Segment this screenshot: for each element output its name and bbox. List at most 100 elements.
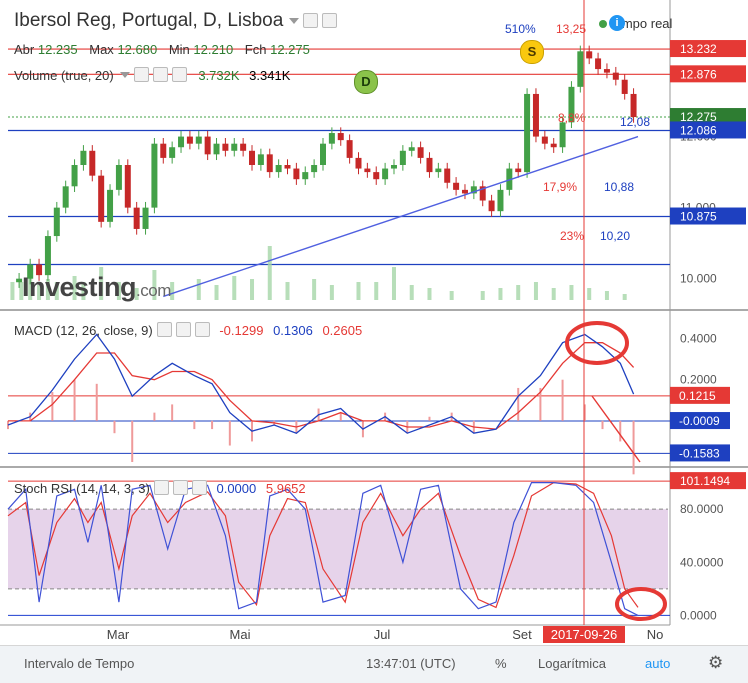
volume-bar [267,246,272,300]
volume-bar [250,279,255,300]
logo-text: Investing [22,272,137,302]
candle-body [346,140,353,158]
candle-body [417,147,424,158]
candle-body [44,236,51,276]
ohlc-label-high: Max [89,42,114,57]
candle-body [213,143,220,155]
close-icon[interactable] [194,322,210,337]
candle-body [107,189,114,222]
candle-body [240,143,247,151]
info-marker[interactable]: i [609,15,625,31]
time-tick-label: No [647,627,664,642]
stoch-k-value: 0.0000 [216,481,257,496]
fib-top-val: 13,25 [556,22,586,36]
candle-body [249,150,256,165]
volume-ma-value: 3.341K [249,68,291,83]
close-icon[interactable] [191,480,207,495]
ohlc-label-close: Fch [244,42,267,57]
eye-icon[interactable] [303,13,319,28]
eye-icon[interactable] [156,322,172,337]
price-axis-badge-label: 10.875 [680,210,717,224]
dividend-marker[interactable]: D [354,70,378,94]
candle-body [524,93,531,173]
candle-body [577,51,584,87]
interval-button[interactable]: Intervalo de Tempo [24,656,134,671]
investing-logo: Investing.com [22,272,171,303]
volume-bar [10,282,15,300]
chevron-down-icon[interactable] [119,72,130,78]
chart-stage[interactable]: 510% 13,25 8,8% 12,08 17,9% 10,88 23% 10,20 10.0… [0,0,748,683]
time-tick-label: Mar [107,627,130,642]
volume-legend[interactable]: Volume (true, 20) 3.732K 3.341K [14,67,290,83]
candle-body [435,168,442,173]
macd-axis-badge-label: 0.1215 [679,389,716,403]
time-tick-label: Set [512,627,532,642]
candle-body [178,136,185,148]
volume-bar [214,285,219,300]
time-tick-label: Jul [374,627,391,642]
log-toggle[interactable]: Logarítmica [538,656,606,671]
split-marker[interactable]: S [520,40,544,64]
fib-val-label: 10,20 [600,229,630,243]
gear-icon[interactable]: ⚙ [708,653,723,673]
eye-icon[interactable] [153,480,169,495]
realtime-dot-icon [599,20,607,28]
candle-body [541,136,548,144]
macd-hist-value: -0.1299 [219,323,264,338]
candle-body [98,175,105,222]
chevron-down-icon[interactable] [289,18,300,24]
volume-bar [409,285,414,300]
candle-body [399,150,406,165]
volume-bar [551,288,556,300]
volume-bar [622,294,627,300]
volume-bar [312,279,317,300]
auto-toggle[interactable]: auto [645,656,670,671]
gear-icon[interactable] [322,13,338,28]
candle-body [71,165,78,187]
eye-icon[interactable] [133,67,149,82]
candle-body [453,182,460,190]
percent-toggle[interactable]: % [495,656,507,671]
volume-bar [569,285,574,300]
candle-body [231,143,238,151]
gear-icon[interactable] [175,322,191,337]
stoch-legend[interactable]: Stoch RSI (14, 14, 3, 3) 0.0000 5.9652 [14,480,306,496]
gear-icon[interactable] [152,67,168,82]
candle-body [373,172,380,180]
cursor-date-label: 2017-09-26 [551,627,618,642]
candle-body [89,150,96,176]
candle-body [275,165,282,173]
fib-pct-label: 8,8% [558,111,586,125]
volume-bar [196,279,201,300]
macd-tick-label: 0.4000 [680,332,717,346]
candle-body [115,165,122,190]
volume-bar [356,282,361,300]
volume-bar [516,285,521,300]
candle-body [532,93,539,137]
candle-body [621,79,628,94]
stoch-label: Stoch RSI (14, 14, 3, 3) [14,481,150,496]
close-icon[interactable] [171,67,187,82]
candle-body [488,200,495,212]
candle-body [382,168,389,180]
candle-body [364,168,371,173]
macd-tick-label: 0.2000 [680,373,717,387]
volume-bar [587,288,592,300]
stoch-tick-label: 80.0000 [680,502,724,516]
candle-body [133,207,140,229]
candle-body [559,122,566,148]
candle-body [595,58,602,70]
fib-pct-label: 17,9% [543,180,577,194]
volume-bar [604,291,609,300]
fib-pct-label: 23% [560,229,584,243]
candle-body [311,165,318,173]
candle-body [257,154,264,165]
ohlc-value-high: 12.680 [117,42,158,57]
candle-body [266,154,273,173]
gear-icon[interactable] [172,480,188,495]
macd-legend[interactable]: MACD (12, 26, close, 9) -0.1299 0.1306 0… [14,322,362,338]
fib-top-pct: 510% [505,22,536,36]
candle-body [612,72,619,80]
stoch-tick-label: 40.0000 [680,555,724,569]
candle-body [444,168,451,183]
